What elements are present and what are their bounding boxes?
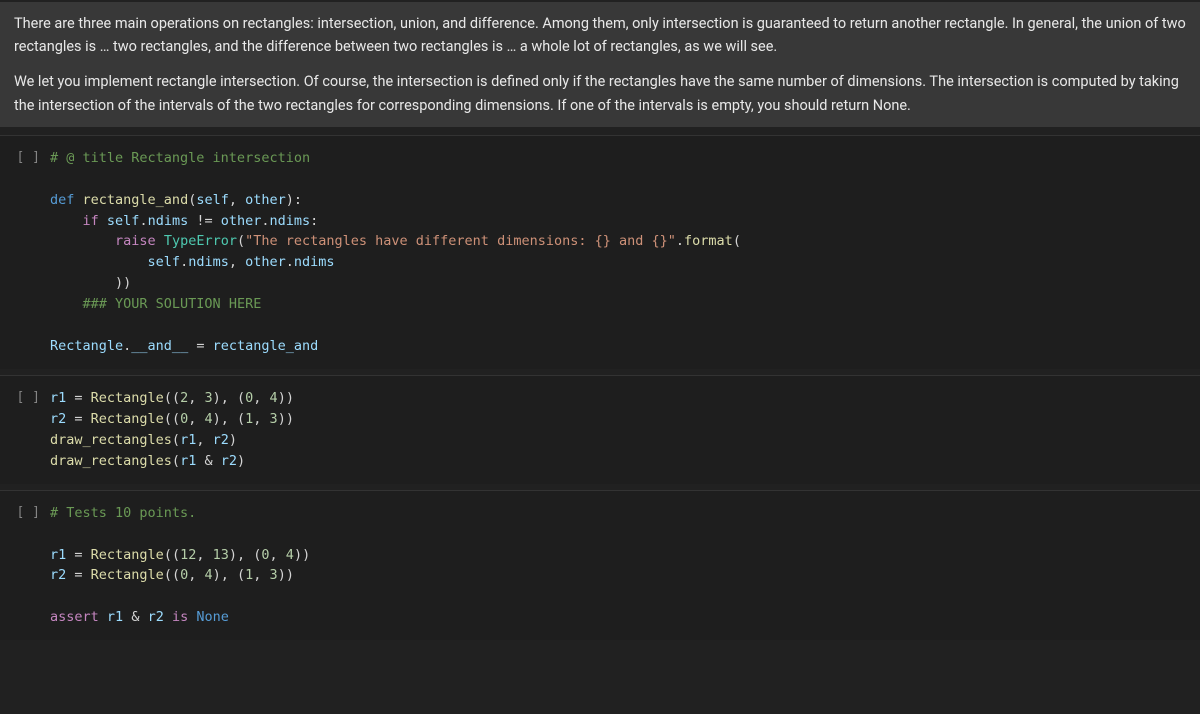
- ident: rectangle_and: [213, 338, 319, 354]
- ident: Rectangle: [91, 411, 164, 427]
- ident: r2: [221, 453, 237, 469]
- num: 0: [180, 411, 188, 427]
- kw: raise: [115, 233, 156, 249]
- paren: )): [115, 275, 131, 291]
- ident: r2: [50, 567, 66, 583]
- num: 0: [261, 547, 269, 563]
- cell-execution-indicator[interactable]: [ ]: [0, 142, 50, 175]
- ident: ndims: [270, 213, 311, 229]
- ident: self: [107, 213, 140, 229]
- op: =: [66, 567, 90, 583]
- cell-execution-indicator[interactable]: [ ]: [0, 382, 50, 415]
- ident: Rectangle: [91, 547, 164, 563]
- code-comment: # @ title Rectangle intersection: [50, 150, 310, 166]
- kw: assert: [50, 609, 99, 625]
- ident: other: [221, 213, 262, 229]
- kw: is: [172, 609, 188, 625]
- ident: Rectangle: [50, 338, 123, 354]
- method: format: [684, 233, 733, 249]
- fn-call: draw_rectangles: [50, 432, 172, 448]
- dot: .: [139, 213, 147, 229]
- num: 3: [270, 411, 278, 427]
- ident: r1: [50, 547, 66, 563]
- ident: r1: [107, 609, 123, 625]
- code-cell[interactable]: [ ] # Tests 10 points. r1 = Rectangle((1…: [0, 490, 1200, 641]
- ident: Rectangle: [91, 567, 164, 583]
- prose-paragraph: We let you implement rectangle intersect…: [14, 70, 1186, 116]
- op: =: [66, 411, 90, 427]
- comma: ,: [229, 254, 245, 270]
- ident: r2: [148, 609, 164, 625]
- ident: r2: [50, 411, 66, 427]
- fn-name: rectangle_and: [83, 192, 189, 208]
- op: !=: [188, 213, 221, 229]
- kw: if: [83, 213, 99, 229]
- code-comment: ### YOUR SOLUTION HERE: [83, 296, 262, 312]
- code-cell[interactable]: [ ] # @ title Rectangle intersection def…: [0, 135, 1200, 369]
- num: 4: [286, 547, 294, 563]
- ident: r2: [213, 432, 229, 448]
- num: 12: [180, 547, 196, 563]
- ident: r1: [180, 453, 196, 469]
- comma: ,: [229, 192, 245, 208]
- builtin-type: TypeError: [164, 233, 237, 249]
- kw: def: [50, 192, 74, 208]
- ident: Rectangle: [91, 390, 164, 406]
- op: =: [188, 338, 212, 354]
- ident: __and__: [131, 338, 188, 354]
- op: &: [196, 453, 220, 469]
- op: =: [66, 547, 90, 563]
- string: "The rectangles have different dimension…: [245, 233, 676, 249]
- prose-paragraph: There are three main operations on recta…: [14, 12, 1186, 58]
- op: =: [66, 390, 90, 406]
- kw-none: None: [196, 609, 229, 625]
- code-editor[interactable]: # Tests 10 points. r1 = Rectangle((12, 1…: [50, 497, 1200, 635]
- op: &: [123, 609, 147, 625]
- ident: ndims: [188, 254, 229, 270]
- code-cell[interactable]: [ ] r1 = Rectangle((2, 3), (0, 4)) r2 = …: [0, 375, 1200, 484]
- num: 13: [213, 547, 229, 563]
- param: other: [245, 192, 286, 208]
- param: self: [196, 192, 229, 208]
- ident: self: [148, 254, 181, 270]
- ident: ndims: [294, 254, 335, 270]
- markdown-cell: There are three main operations on recta…: [0, 2, 1200, 127]
- colon: :: [310, 213, 318, 229]
- ident: r1: [50, 390, 66, 406]
- dot: .: [286, 254, 294, 270]
- num: 4: [204, 567, 212, 583]
- num: 2: [180, 390, 188, 406]
- dot: .: [261, 213, 269, 229]
- dot: .: [180, 254, 188, 270]
- num: 3: [204, 390, 212, 406]
- fn-call: draw_rectangles: [50, 453, 172, 469]
- ident: ndims: [148, 213, 189, 229]
- num: 0: [180, 567, 188, 583]
- ident: other: [245, 254, 286, 270]
- num: 4: [270, 390, 278, 406]
- code-editor[interactable]: r1 = Rectangle((2, 3), (0, 4)) r2 = Rect…: [50, 382, 1200, 478]
- code-comment: # Tests 10 points.: [50, 505, 196, 521]
- ident: r1: [180, 432, 196, 448]
- colon: :: [294, 192, 302, 208]
- num: 3: [270, 567, 278, 583]
- dot: .: [676, 233, 684, 249]
- num: 4: [204, 411, 212, 427]
- code-editor[interactable]: # @ title Rectangle intersection def rec…: [50, 142, 1200, 363]
- cell-execution-indicator[interactable]: [ ]: [0, 497, 50, 530]
